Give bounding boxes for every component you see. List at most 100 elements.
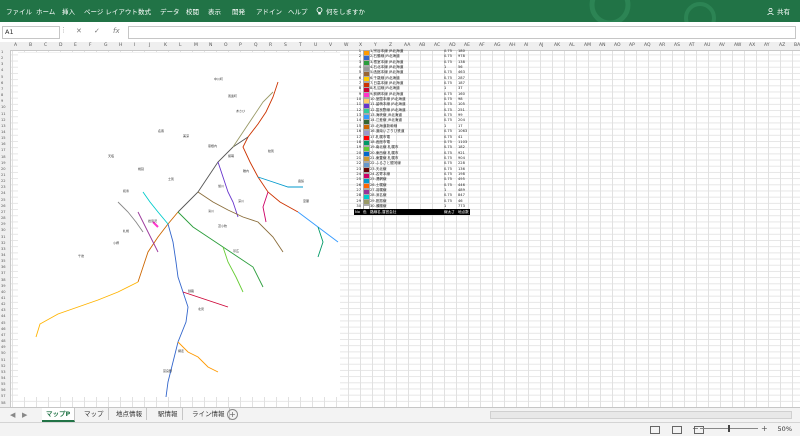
column-header[interactable]: S [284,43,287,48]
row-header[interactable]: 47 [1,333,6,337]
route-legend-table[interactable]: 1 1.宗谷本線 JR北海道 0.75 180 2 2.石勝線 JR北海道 0.75 978 3… [354,49,470,216]
ribbon-tab[interactable]: アドイン [256,6,282,16]
tell-me-box[interactable]: 何をしますか [316,6,365,16]
column-header[interactable]: W [344,43,348,48]
row-header[interactable]: 49 [1,345,6,349]
row-header[interactable]: 4 [1,68,3,72]
row-header[interactable]: 7 [1,87,3,91]
ribbon-tab[interactable]: 挿入 [62,6,75,16]
column-header[interactable]: O [224,43,228,48]
row-header[interactable]: 9 [1,99,3,103]
insert-function-button[interactable]: fx [113,27,120,35]
row-header[interactable]: 24 [1,191,6,195]
ribbon-tab[interactable]: ページ レイアウト [84,6,138,16]
ribbon-tab[interactable]: ファイル [6,6,32,16]
row-header[interactable]: 57 [1,394,6,398]
row-header[interactable]: 12 [1,118,6,122]
row-header[interactable]: 43 [1,308,6,312]
column-header[interactable]: BA [794,43,800,48]
column-header[interactable]: T [299,43,302,48]
column-header[interactable]: L [179,43,182,48]
row-header[interactable]: 37 [1,271,6,275]
ribbon-tab[interactable]: ホーム [36,6,55,16]
row-header[interactable]: 23 [1,185,6,189]
column-header[interactable]: AK [554,43,560,48]
column-header[interactable]: AP [629,43,635,48]
sheet-tab[interactable]: 駅情報 [154,408,183,420]
column-header[interactable]: N [209,43,212,48]
column-header[interactable]: AI [524,43,528,48]
column-header[interactable]: Y [374,43,377,48]
row-header[interactable]: 34 [1,253,6,257]
column-header[interactable]: AJ [539,43,543,48]
row-header[interactable]: 22 [1,179,6,183]
row-header[interactable]: 32 [1,241,6,245]
column-header[interactable]: AY [764,43,769,48]
scroll-right-icon[interactable]: ▶ [22,411,27,419]
row-header[interactable]: 40 [1,290,6,294]
column-header[interactable]: AA [404,43,410,48]
add-sheet-button[interactable]: + [227,409,238,420]
sheet-tab[interactable]: マップ [80,408,109,420]
row-header[interactable]: 55 [1,382,6,386]
cancel-icon[interactable]: ✕ [76,27,82,35]
row-header[interactable]: 29 [1,222,6,226]
row-header[interactable]: 28 [1,216,6,220]
normal-view-icon[interactable] [650,426,660,434]
ribbon-tab[interactable]: 校閲 [186,6,199,16]
sheet-tab[interactable]: ライン情報 [188,408,230,420]
row-header[interactable]: 21 [1,173,6,177]
column-header[interactable]: AT [689,43,694,48]
column-header[interactable]: J [149,43,150,48]
scroll-left-icon[interactable]: ◀ [10,411,15,419]
row-header[interactable]: 11 [1,112,6,116]
row-header[interactable]: 39 [1,284,6,288]
row-header[interactable]: 44 [1,314,6,318]
row-header[interactable]: 19 [1,161,6,165]
row-header[interactable]: 1 [1,50,3,54]
column-header[interactable]: AU [704,43,710,48]
column-header[interactable]: K [164,43,167,48]
column-header[interactable]: AO [614,43,621,48]
column-header[interactable]: AE [464,43,470,48]
page-layout-icon[interactable] [672,426,682,434]
zoom-level[interactable]: 50% [778,425,792,433]
column-header[interactable]: AV [719,43,725,48]
row-header[interactable]: 27 [1,210,6,214]
row-header[interactable]: 54 [1,376,6,380]
horizontal-scrollbar[interactable] [490,411,792,419]
column-header[interactable]: R [269,43,272,48]
row-header[interactable]: 45 [1,321,6,325]
row-header[interactable]: 35 [1,259,6,263]
row-header[interactable]: 6 [1,81,3,85]
zoom-out-button[interactable]: − [692,424,699,433]
column-header[interactable]: AS [674,43,680,48]
column-header[interactable]: G [104,43,108,48]
column-header[interactable]: C [44,43,47,48]
row-header[interactable]: 14 [1,130,6,134]
row-header[interactable]: 31 [1,235,6,239]
row-header[interactable]: 17 [1,148,6,152]
column-header[interactable]: AR [659,43,665,48]
ribbon-tab[interactable]: 数式 [138,6,151,16]
ribbon-tab[interactable]: データ [160,6,180,16]
column-header[interactable]: AZ [779,43,785,48]
row-header[interactable]: 53 [1,370,6,374]
row-header[interactable]: 46 [1,327,6,331]
zoom-slider-knob[interactable] [728,425,730,432]
formula-input[interactable] [128,26,796,39]
column-header[interactable]: A [14,43,17,48]
column-header[interactable]: H [119,43,122,48]
row-header[interactable]: 13 [1,124,6,128]
row-header[interactable]: 25 [1,198,6,202]
sheet-tab[interactable]: マップP [42,408,76,422]
ribbon-tab[interactable]: 表示 [208,6,221,16]
ribbon-tab[interactable]: 開発 [232,6,245,16]
row-header[interactable]: 36 [1,265,6,269]
column-header[interactable]: V [329,43,332,48]
row-header[interactable]: 10 [1,105,6,109]
column-header[interactable]: X [359,43,362,48]
row-header[interactable]: 41 [1,296,6,300]
column-header[interactable]: AL [569,43,575,48]
column-header[interactable]: Q [254,43,258,48]
